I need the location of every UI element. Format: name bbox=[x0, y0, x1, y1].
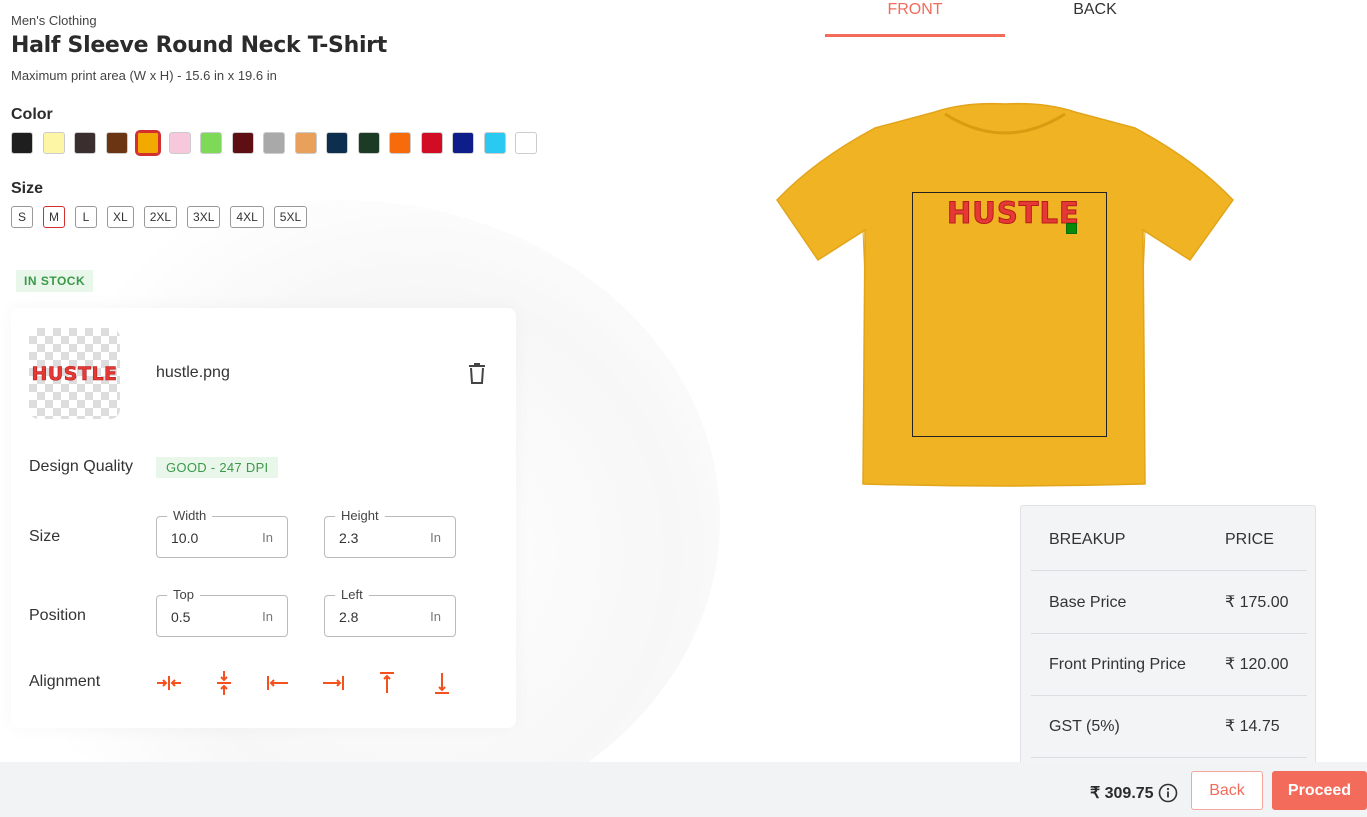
color-swatches bbox=[11, 130, 547, 156]
size-options: S M L XL 2XL 3XL 4XL 5XL bbox=[11, 206, 317, 228]
design-thumbnail-text: HUSTLE bbox=[31, 362, 118, 385]
color-swatch[interactable] bbox=[263, 132, 285, 154]
top-unit: In bbox=[262, 609, 273, 624]
back-button[interactable]: Back bbox=[1191, 771, 1263, 810]
info-icon[interactable] bbox=[1158, 783, 1178, 803]
size-option-s[interactable]: S bbox=[11, 206, 33, 228]
breakup-header-row: BREAKUP PRICE bbox=[1031, 509, 1307, 571]
align-bottom-icon[interactable] bbox=[429, 670, 455, 696]
delete-icon[interactable] bbox=[467, 362, 487, 384]
table-row: GST (5%) ₹ 14.75 bbox=[1031, 696, 1307, 758]
color-swatch[interactable] bbox=[105, 132, 128, 154]
breakup-item-price: ₹ 120.00 bbox=[1225, 656, 1289, 673]
color-swatch[interactable] bbox=[135, 130, 161, 156]
color-swatch[interactable] bbox=[11, 132, 33, 154]
color-swatch[interactable] bbox=[74, 132, 96, 154]
table-row: Front Printing Price ₹ 120.00 bbox=[1031, 634, 1307, 696]
view-tabs: FRONT BACK bbox=[825, 0, 1185, 37]
left-value[interactable]: 2.8 bbox=[339, 609, 358, 625]
proceed-button[interactable]: Proceed bbox=[1272, 771, 1367, 810]
top-legend: Top bbox=[167, 587, 200, 602]
breakup-item-price: ₹ 14.75 bbox=[1225, 718, 1280, 735]
width-field[interactable]: Width 10.0 In bbox=[156, 508, 288, 558]
top-field[interactable]: Top 0.5 In bbox=[156, 587, 288, 637]
color-label: Color bbox=[11, 106, 53, 123]
align-left-icon[interactable] bbox=[265, 670, 291, 696]
size-option-xl[interactable]: XL bbox=[107, 206, 134, 228]
design-on-shirt[interactable]: HUSTLE bbox=[947, 196, 1080, 231]
price-header: PRICE bbox=[1225, 531, 1274, 548]
color-swatch[interactable] bbox=[231, 132, 254, 154]
align-top-icon[interactable] bbox=[374, 670, 400, 696]
center-vertical-icon[interactable] bbox=[211, 670, 237, 696]
price-breakup-table: BREAKUP PRICE Base Price ₹ 175.00 Front … bbox=[1020, 505, 1316, 765]
tab-front[interactable]: FRONT bbox=[825, 0, 1005, 37]
color-swatch[interactable] bbox=[294, 132, 317, 154]
size-option-4xl[interactable]: 4XL bbox=[230, 206, 264, 228]
breakup-item-price: ₹ 175.00 bbox=[1225, 594, 1289, 611]
breakup-header: BREAKUP bbox=[1049, 531, 1126, 548]
tab-back[interactable]: BACK bbox=[1005, 0, 1185, 37]
size-option-2xl[interactable]: 2XL bbox=[143, 206, 178, 228]
color-swatch[interactable] bbox=[168, 132, 191, 154]
product-title: Half Sleeve Round Neck T-Shirt bbox=[11, 33, 387, 58]
size-option-m[interactable]: M bbox=[43, 206, 65, 228]
left-legend: Left bbox=[335, 587, 369, 602]
left-unit: In bbox=[430, 609, 441, 624]
stock-badge: IN STOCK bbox=[16, 270, 94, 292]
alignment-controls bbox=[156, 670, 483, 696]
size-option-l[interactable]: L bbox=[75, 206, 97, 228]
print-area-info: Maximum print area (W x H) - 15.6 in x 1… bbox=[11, 68, 277, 83]
product-category: Men's Clothing bbox=[11, 13, 97, 28]
color-swatch[interactable] bbox=[452, 132, 474, 154]
size-option-3xl[interactable]: 3XL bbox=[187, 206, 221, 228]
height-field[interactable]: Height 2.3 In bbox=[324, 508, 456, 558]
design-thumbnail: HUSTLE bbox=[29, 328, 120, 419]
table-row: Base Price ₹ 175.00 bbox=[1031, 572, 1307, 634]
align-right-icon[interactable] bbox=[320, 670, 346, 696]
design-card: HUSTLE hustle.png Design Quality GOOD - … bbox=[11, 308, 516, 728]
color-swatch[interactable] bbox=[326, 132, 348, 154]
design-quality-badge: GOOD - 247 DPI bbox=[156, 457, 279, 478]
width-legend: Width bbox=[167, 508, 213, 523]
color-swatch[interactable] bbox=[389, 132, 411, 154]
breakup-item-label: GST (5%) bbox=[1049, 718, 1120, 735]
left-field[interactable]: Left 2.8 In bbox=[324, 587, 456, 637]
height-unit: In bbox=[430, 530, 441, 545]
color-swatch[interactable] bbox=[515, 132, 537, 154]
size-label: Size bbox=[11, 180, 44, 197]
color-swatch[interactable] bbox=[357, 132, 380, 154]
resize-handle[interactable] bbox=[1066, 223, 1077, 234]
total-price: ₹ 309.75 bbox=[1090, 785, 1154, 802]
design-filename: hustle.png bbox=[156, 364, 230, 381]
breakup-item-label: Base Price bbox=[1049, 594, 1127, 611]
color-swatch[interactable] bbox=[42, 132, 65, 154]
size-option-5xl[interactable]: 5XL bbox=[273, 206, 308, 228]
center-horizontal-icon[interactable] bbox=[156, 670, 182, 696]
height-value[interactable]: 2.3 bbox=[339, 530, 358, 546]
alignment-row-label: Alignment bbox=[29, 673, 101, 690]
color-swatch[interactable] bbox=[483, 132, 506, 154]
width-value[interactable]: 10.0 bbox=[171, 530, 198, 546]
breakup-item-label: Front Printing Price bbox=[1049, 656, 1186, 673]
position-row-label: Position bbox=[29, 607, 86, 624]
height-legend: Height bbox=[335, 508, 385, 523]
size-row-label: Size bbox=[29, 528, 61, 545]
width-unit: In bbox=[262, 530, 273, 545]
color-swatch[interactable] bbox=[420, 132, 443, 154]
design-quality-label: Design Quality bbox=[29, 458, 134, 475]
color-swatch[interactable] bbox=[200, 132, 222, 154]
top-value[interactable]: 0.5 bbox=[171, 609, 190, 625]
